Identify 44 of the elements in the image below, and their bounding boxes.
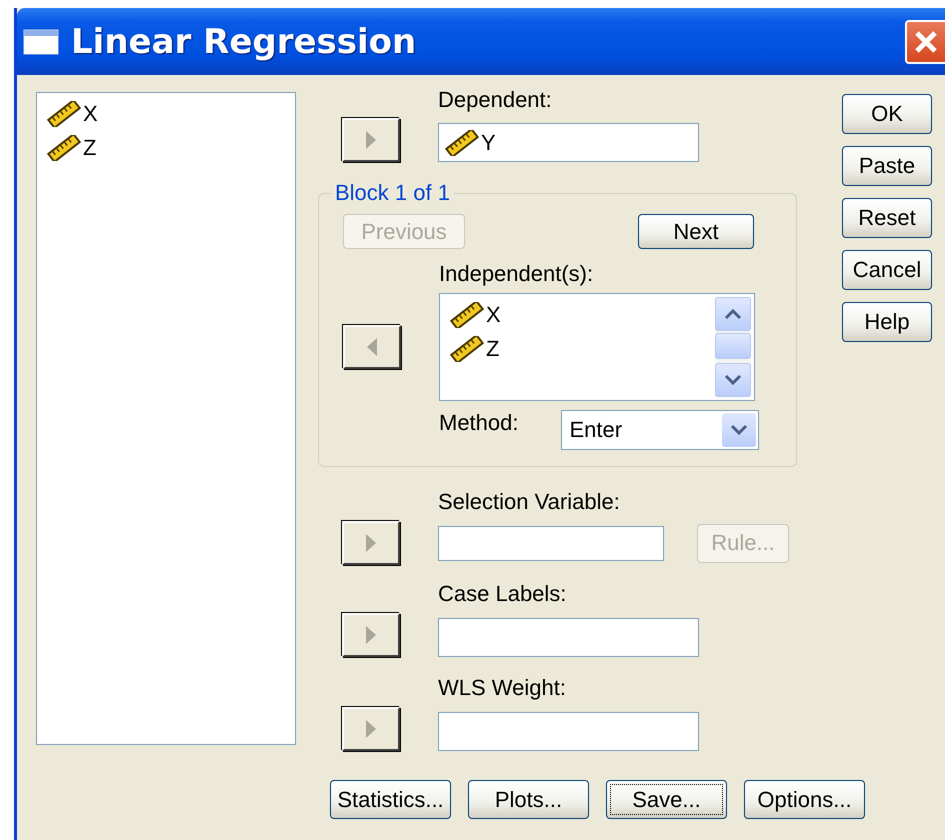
variable-name: X [486,302,501,328]
dependent-field[interactable]: Y [438,123,699,162]
variable-list[interactable]: X Z [36,92,296,745]
dialog-button[interactable]: Options... [744,780,865,819]
method-dropdown[interactable]: Enter [560,410,758,450]
move-variable-button[interactable] [342,707,400,751]
variable-name: X [83,101,98,127]
chevron-down-icon [728,423,748,437]
field-label: WLS Weight: [438,675,566,701]
variable-name: Y [481,130,496,156]
dialog-button[interactable]: Reset [842,198,932,238]
selection-variable-field[interactable] [438,526,664,560]
field-label: Independent(s): [439,261,594,286]
window-title: Linear Regression [71,22,418,62]
wls-weight-field[interactable] [438,712,699,751]
scroll-thumb[interactable] [715,333,751,359]
move-variable-button[interactable] [342,521,400,565]
field-label: Selection Variable: [438,489,620,515]
field-label: Case Labels: [438,581,566,607]
dialog-button[interactable]: Save... [606,780,727,819]
dialog-button[interactable]: OK [842,94,932,134]
independents-list[interactable]: X Z [439,293,755,401]
method-label: Method: [439,410,518,437]
scroll-down-button[interactable] [715,363,751,397]
window-icon [23,28,59,54]
scroll-up-button[interactable] [715,297,751,331]
variable-name: Z [83,135,96,161]
move-variable-button[interactable] [343,325,401,369]
dialog-button[interactable]: Help [842,302,932,342]
variable-name: Z [486,336,500,362]
dialog-button[interactable]: Statistics... [330,780,451,819]
next-button[interactable]: Next [638,214,754,249]
close-button[interactable] [905,20,945,64]
chevron-up-icon [723,307,743,321]
dialog-button[interactable]: Paste [842,146,932,186]
chevron-down-icon [723,373,743,387]
case-labels-field[interactable] [438,618,699,657]
move-variable-button[interactable] [342,613,400,657]
move-variable-button[interactable] [342,118,400,162]
scrollbar[interactable] [715,297,751,397]
field-label: Dependent: [438,87,552,113]
dialog-button[interactable]: Plots... [468,780,589,819]
dialog-button[interactable]: Cancel [842,250,932,290]
group-title: Block 1 of 1 [334,180,451,206]
